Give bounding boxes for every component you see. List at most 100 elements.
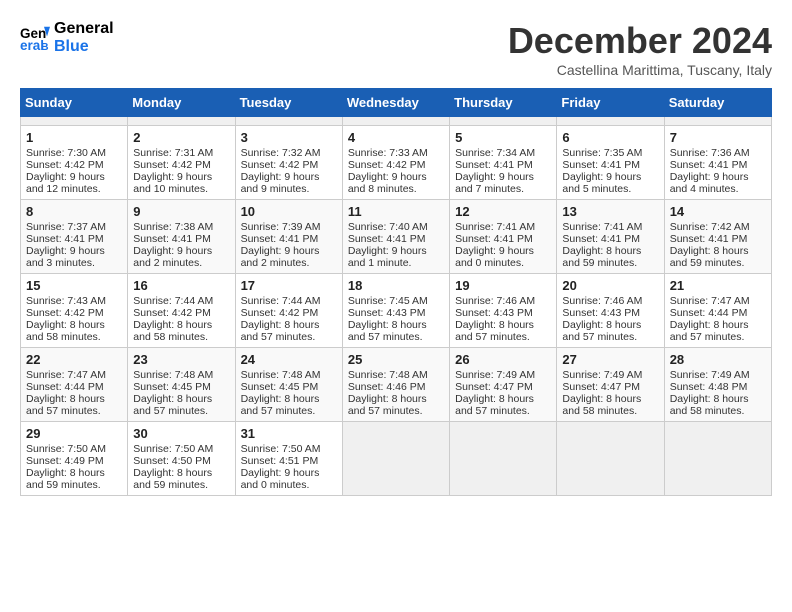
calendar-cell bbox=[128, 117, 235, 126]
day-number: 24 bbox=[241, 352, 337, 367]
day-info: Daylight: 8 hours and 57 minutes. bbox=[26, 393, 122, 417]
day-info: Sunset: 4:41 PM bbox=[562, 233, 658, 245]
weekday-header-friday: Friday bbox=[557, 89, 664, 117]
day-info: Sunrise: 7:49 AM bbox=[455, 369, 551, 381]
day-info: Sunset: 4:41 PM bbox=[133, 233, 229, 245]
day-number: 23 bbox=[133, 352, 229, 367]
day-info: Sunrise: 7:46 AM bbox=[455, 295, 551, 307]
day-info: Sunrise: 7:50 AM bbox=[133, 443, 229, 455]
day-info: Sunrise: 7:48 AM bbox=[241, 369, 337, 381]
day-info: Daylight: 8 hours and 58 minutes. bbox=[670, 393, 766, 417]
day-info: Sunset: 4:44 PM bbox=[26, 381, 122, 393]
day-info: Daylight: 9 hours and 7 minutes. bbox=[455, 171, 551, 195]
day-info: Sunset: 4:45 PM bbox=[133, 381, 229, 393]
day-info: Sunrise: 7:34 AM bbox=[455, 147, 551, 159]
day-number: 12 bbox=[455, 204, 551, 219]
day-info: Daylight: 8 hours and 57 minutes. bbox=[348, 319, 444, 343]
day-info: Sunrise: 7:33 AM bbox=[348, 147, 444, 159]
logo: Gen eral B General Blue bbox=[20, 20, 114, 56]
calendar-week-1 bbox=[21, 117, 772, 126]
day-info: Daylight: 8 hours and 57 minutes. bbox=[133, 393, 229, 417]
day-info: Sunrise: 7:46 AM bbox=[562, 295, 658, 307]
calendar-table: SundayMondayTuesdayWednesdayThursdayFrid… bbox=[20, 88, 772, 496]
day-info: Sunrise: 7:42 AM bbox=[670, 221, 766, 233]
day-number: 16 bbox=[133, 278, 229, 293]
day-number: 29 bbox=[26, 426, 122, 441]
calendar-cell bbox=[450, 422, 557, 496]
day-number: 22 bbox=[26, 352, 122, 367]
calendar-cell: 6Sunrise: 7:35 AMSunset: 4:41 PMDaylight… bbox=[557, 126, 664, 200]
day-number: 27 bbox=[562, 352, 658, 367]
logo-icon: Gen eral B bbox=[20, 23, 50, 53]
day-info: Daylight: 8 hours and 59 minutes. bbox=[133, 467, 229, 491]
calendar-cell bbox=[664, 422, 771, 496]
day-info: Daylight: 9 hours and 8 minutes. bbox=[348, 171, 444, 195]
page-header: Gen eral B General Blue December 2024 Ca… bbox=[20, 20, 772, 78]
day-info: Daylight: 9 hours and 12 minutes. bbox=[26, 171, 122, 195]
calendar-cell: 13Sunrise: 7:41 AMSunset: 4:41 PMDayligh… bbox=[557, 200, 664, 274]
day-info: Sunrise: 7:44 AM bbox=[133, 295, 229, 307]
day-info: Sunrise: 7:48 AM bbox=[348, 369, 444, 381]
day-number: 9 bbox=[133, 204, 229, 219]
day-info: Sunset: 4:48 PM bbox=[670, 381, 766, 393]
calendar-cell: 9Sunrise: 7:38 AMSunset: 4:41 PMDaylight… bbox=[128, 200, 235, 274]
day-info: Sunset: 4:41 PM bbox=[26, 233, 122, 245]
day-info: Sunrise: 7:41 AM bbox=[455, 221, 551, 233]
day-info: Daylight: 9 hours and 3 minutes. bbox=[26, 245, 122, 269]
day-info: Daylight: 8 hours and 57 minutes. bbox=[670, 319, 766, 343]
day-info: Sunset: 4:41 PM bbox=[241, 233, 337, 245]
day-info: Sunrise: 7:50 AM bbox=[26, 443, 122, 455]
day-info: Daylight: 8 hours and 58 minutes. bbox=[26, 319, 122, 343]
day-info: Daylight: 9 hours and 5 minutes. bbox=[562, 171, 658, 195]
calendar-cell: 4Sunrise: 7:33 AMSunset: 4:42 PMDaylight… bbox=[342, 126, 449, 200]
day-info: Sunrise: 7:45 AM bbox=[348, 295, 444, 307]
day-number: 20 bbox=[562, 278, 658, 293]
day-info: Sunrise: 7:50 AM bbox=[241, 443, 337, 455]
logo-text-line1: General bbox=[54, 20, 114, 38]
day-number: 7 bbox=[670, 130, 766, 145]
day-info: Daylight: 9 hours and 4 minutes. bbox=[670, 171, 766, 195]
month-title: December 2024 bbox=[508, 20, 772, 62]
day-info: Sunset: 4:41 PM bbox=[348, 233, 444, 245]
day-info: Daylight: 8 hours and 57 minutes. bbox=[241, 393, 337, 417]
calendar-cell: 27Sunrise: 7:49 AMSunset: 4:47 PMDayligh… bbox=[557, 348, 664, 422]
calendar-cell: 11Sunrise: 7:40 AMSunset: 4:41 PMDayligh… bbox=[342, 200, 449, 274]
day-info: Sunset: 4:42 PM bbox=[26, 159, 122, 171]
day-number: 3 bbox=[241, 130, 337, 145]
day-info: Sunset: 4:43 PM bbox=[562, 307, 658, 319]
calendar-body: 1Sunrise: 7:30 AMSunset: 4:42 PMDaylight… bbox=[21, 117, 772, 496]
weekday-header-monday: Monday bbox=[128, 89, 235, 117]
day-info: Daylight: 8 hours and 57 minutes. bbox=[562, 319, 658, 343]
day-info: Sunrise: 7:43 AM bbox=[26, 295, 122, 307]
day-number: 26 bbox=[455, 352, 551, 367]
calendar-cell bbox=[664, 117, 771, 126]
calendar-cell: 3Sunrise: 7:32 AMSunset: 4:42 PMDaylight… bbox=[235, 126, 342, 200]
calendar-cell: 10Sunrise: 7:39 AMSunset: 4:41 PMDayligh… bbox=[235, 200, 342, 274]
day-info: Sunrise: 7:41 AM bbox=[562, 221, 658, 233]
weekday-header-tuesday: Tuesday bbox=[235, 89, 342, 117]
day-info: Sunset: 4:42 PM bbox=[348, 159, 444, 171]
calendar-cell: 22Sunrise: 7:47 AMSunset: 4:44 PMDayligh… bbox=[21, 348, 128, 422]
calendar-cell: 17Sunrise: 7:44 AMSunset: 4:42 PMDayligh… bbox=[235, 274, 342, 348]
calendar-week-2: 1Sunrise: 7:30 AMSunset: 4:42 PMDaylight… bbox=[21, 126, 772, 200]
calendar-cell bbox=[235, 117, 342, 126]
weekday-header-sunday: Sunday bbox=[21, 89, 128, 117]
day-info: Daylight: 8 hours and 57 minutes. bbox=[348, 393, 444, 417]
calendar-cell: 14Sunrise: 7:42 AMSunset: 4:41 PMDayligh… bbox=[664, 200, 771, 274]
calendar-cell: 7Sunrise: 7:36 AMSunset: 4:41 PMDaylight… bbox=[664, 126, 771, 200]
calendar-cell: 2Sunrise: 7:31 AMSunset: 4:42 PMDaylight… bbox=[128, 126, 235, 200]
day-info: Sunset: 4:41 PM bbox=[455, 159, 551, 171]
calendar-cell bbox=[21, 117, 128, 126]
day-info: Sunrise: 7:31 AM bbox=[133, 147, 229, 159]
title-area: December 2024 Castellina Marittima, Tusc… bbox=[508, 20, 772, 78]
day-info: Sunset: 4:47 PM bbox=[455, 381, 551, 393]
day-info: Daylight: 9 hours and 10 minutes. bbox=[133, 171, 229, 195]
day-info: Daylight: 9 hours and 2 minutes. bbox=[133, 245, 229, 269]
calendar-cell: 21Sunrise: 7:47 AMSunset: 4:44 PMDayligh… bbox=[664, 274, 771, 348]
day-info: Sunset: 4:42 PM bbox=[241, 159, 337, 171]
day-info: Sunrise: 7:40 AM bbox=[348, 221, 444, 233]
day-number: 6 bbox=[562, 130, 658, 145]
day-info: Sunrise: 7:49 AM bbox=[670, 369, 766, 381]
day-number: 13 bbox=[562, 204, 658, 219]
day-info: Sunrise: 7:39 AM bbox=[241, 221, 337, 233]
